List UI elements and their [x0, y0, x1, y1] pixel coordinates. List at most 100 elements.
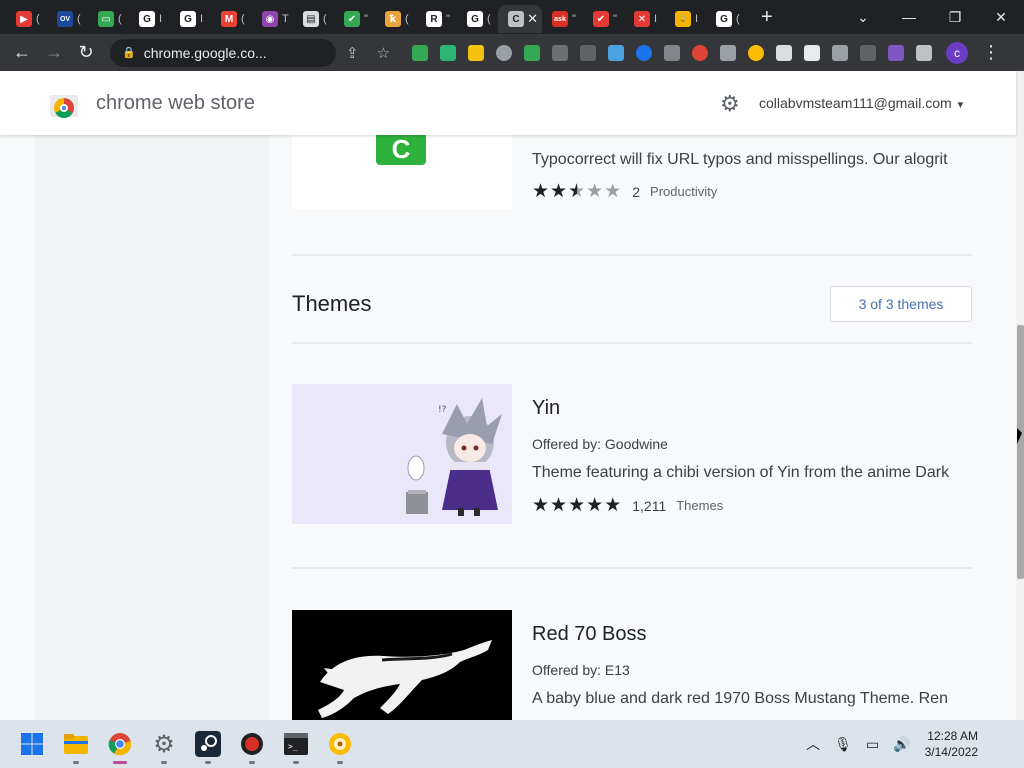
- tip-icon[interactable]: [318, 722, 362, 766]
- triangle-icon[interactable]: [496, 44, 513, 61]
- steam-icon[interactable]: [186, 722, 230, 766]
- tab-google-4[interactable]: G(: [706, 5, 747, 33]
- forward-icon[interactable]: →: [38, 42, 70, 63]
- tab-title: ": [364, 13, 368, 25]
- yin-theme-thumbnail[interactable]: !?: [292, 384, 512, 524]
- tab-title: (: [36, 13, 40, 25]
- microphone-icon[interactable]: 🎙: [834, 736, 852, 753]
- lock-icon[interactable]: 🔒: [122, 46, 136, 59]
- extensions-puzzle-icon[interactable]: [916, 44, 933, 61]
- windows-start-icon[interactable]: [10, 722, 54, 766]
- arrows-icon[interactable]: [804, 44, 821, 61]
- chrome-ext-icon[interactable]: [692, 44, 709, 61]
- arrow-icon[interactable]: [860, 44, 877, 61]
- category-label[interactable]: Themes: [676, 498, 723, 513]
- chrome-icon[interactable]: [98, 722, 142, 766]
- font-icon[interactable]: [664, 44, 681, 61]
- tools-icon[interactable]: [720, 44, 737, 61]
- tab-docs[interactable]: ▤(: [293, 5, 334, 33]
- tab-gmail[interactable]: M(: [211, 5, 252, 33]
- tab-purple[interactable]: ◉ T: [252, 5, 293, 33]
- image-icon[interactable]: [776, 44, 793, 61]
- minimize-icon[interactable]: —: [886, 9, 932, 25]
- chevron-up-icon[interactable]: ︿: [806, 734, 820, 754]
- feather-icon[interactable]: [608, 44, 625, 61]
- message-icon[interactable]: [524, 44, 541, 61]
- tab-title: I: [695, 13, 699, 25]
- tab-youtube[interactable]: ▶(: [6, 5, 47, 33]
- chrome-web-store-logo[interactable]: [50, 89, 78, 118]
- tab-search-icon[interactable]: ⌄: [840, 9, 886, 26]
- profile-avatar[interactable]: c: [946, 41, 969, 64]
- r-extension-icon[interactable]: [832, 44, 849, 61]
- r-icon: R: [426, 11, 442, 27]
- tab-title: ": [446, 13, 450, 25]
- page-scrollbar[interactable]: [1016, 71, 1024, 720]
- tab-ask[interactable]: ask ": [542, 5, 583, 33]
- tab-check[interactable]: ✔ ": [334, 5, 375, 33]
- tab-ov[interactable]: OV (: [47, 5, 88, 33]
- close-tab-icon[interactable]: ✕: [527, 11, 538, 27]
- tab-google-1[interactable]: GI: [129, 5, 170, 33]
- lock-icon: 🔒: [675, 11, 691, 27]
- address-bar[interactable]: 🔒 chrome.google.co...: [110, 38, 336, 67]
- scrollbar-thumb[interactable]: [1017, 325, 1024, 579]
- tab-r[interactable]: R ": [416, 5, 457, 33]
- tab-lock[interactable]: 🔒 I: [665, 5, 706, 33]
- record-icon[interactable]: [230, 722, 274, 766]
- red-70-boss-offered-by: Offered by: E13: [532, 662, 630, 678]
- red-70-boss-title[interactable]: Red 70 Boss: [532, 623, 647, 646]
- typocorrect-rating: ★★★★★ 2 Productivity: [532, 182, 717, 201]
- window-controls: ⌄ — ❐ ✕: [840, 0, 1024, 34]
- yin-theme-title[interactable]: Yin: [532, 397, 560, 420]
- chat-icon[interactable]: [440, 44, 457, 61]
- tab-shield[interactable]: ✕ I: [624, 5, 665, 33]
- store-title[interactable]: chrome web store: [96, 92, 255, 115]
- close-window-icon[interactable]: ✕: [978, 9, 1024, 26]
- themes-count-button[interactable]: 3 of 3 themes: [830, 286, 972, 322]
- reload-icon[interactable]: ↻: [70, 42, 102, 63]
- account-email: collabvmsteam111@gmail.com: [759, 95, 952, 111]
- purple-r-icon[interactable]: [888, 44, 905, 61]
- chibi-character-image: !?: [406, 398, 502, 516]
- back-icon[interactable]: ←: [6, 42, 38, 63]
- terminal-icon[interactable]: >_: [274, 722, 318, 766]
- account-menu[interactable]: collabvmsteam111@gmail.com ▾: [759, 95, 963, 111]
- typocorrect-thumbnail[interactable]: C: [292, 135, 512, 209]
- clock[interactable]: 12:28 AM 3/14/2022: [925, 728, 978, 760]
- pencil-icon[interactable]: [468, 44, 485, 61]
- vpn-icon[interactable]: [636, 44, 653, 61]
- yin-description: Theme featuring a chibi version of Yin f…: [532, 464, 950, 481]
- svg-text:!?: !?: [438, 405, 447, 415]
- gear-icon[interactable]: ⚙: [720, 91, 740, 117]
- sidebar: [34, 135, 270, 720]
- wifi-icon[interactable]: [552, 44, 569, 61]
- emoji-icon[interactable]: [748, 44, 765, 61]
- restore-icon[interactable]: ❐: [932, 9, 978, 26]
- category-label[interactable]: Productivity: [650, 184, 717, 199]
- tab-google-3[interactable]: G(: [457, 5, 498, 33]
- mustang-horse-image: [318, 640, 492, 718]
- tab-title: ": [613, 13, 617, 25]
- tab-messages[interactable]: ▭(: [88, 5, 129, 33]
- tab-title: (: [736, 13, 740, 25]
- settings-icon[interactable]: ⚙: [142, 722, 186, 766]
- clock-time: 12:28 AM: [927, 729, 978, 743]
- rss-icon[interactable]: [580, 44, 597, 61]
- network-icon[interactable]: ▭: [866, 736, 879, 753]
- tab-list: ▶(OV(▭(G I G I M(◉ T ▤(✔ " ꝁ(R " G(C ✕ ask " ✔ " ✕ I 🔒 I G(: [0, 0, 747, 34]
- tab-todo[interactable]: ✔ ": [583, 5, 624, 33]
- menu-icon[interactable]: ⋮: [982, 42, 1000, 63]
- browser-toolbar: ← → ↻ 🔒 chrome.google.co... ⇪ ☆ c ⋮: [0, 34, 1024, 71]
- tab-figure[interactable]: ꝁ(: [375, 5, 416, 33]
- meet-icon[interactable]: [412, 44, 429, 61]
- bookmark-star-icon[interactable]: ☆: [377, 44, 390, 62]
- tab-google-2[interactable]: GI: [170, 5, 211, 33]
- new-tab-button[interactable]: +: [761, 6, 773, 29]
- share-icon[interactable]: ⇪: [346, 44, 359, 62]
- red-70-boss-thumbnail[interactable]: [292, 610, 512, 720]
- rating-count: 2: [632, 183, 641, 200]
- file-explorer-icon[interactable]: [54, 722, 98, 766]
- volume-icon[interactable]: 🔊: [893, 736, 910, 753]
- tab-active[interactable]: C ✕: [498, 5, 542, 33]
